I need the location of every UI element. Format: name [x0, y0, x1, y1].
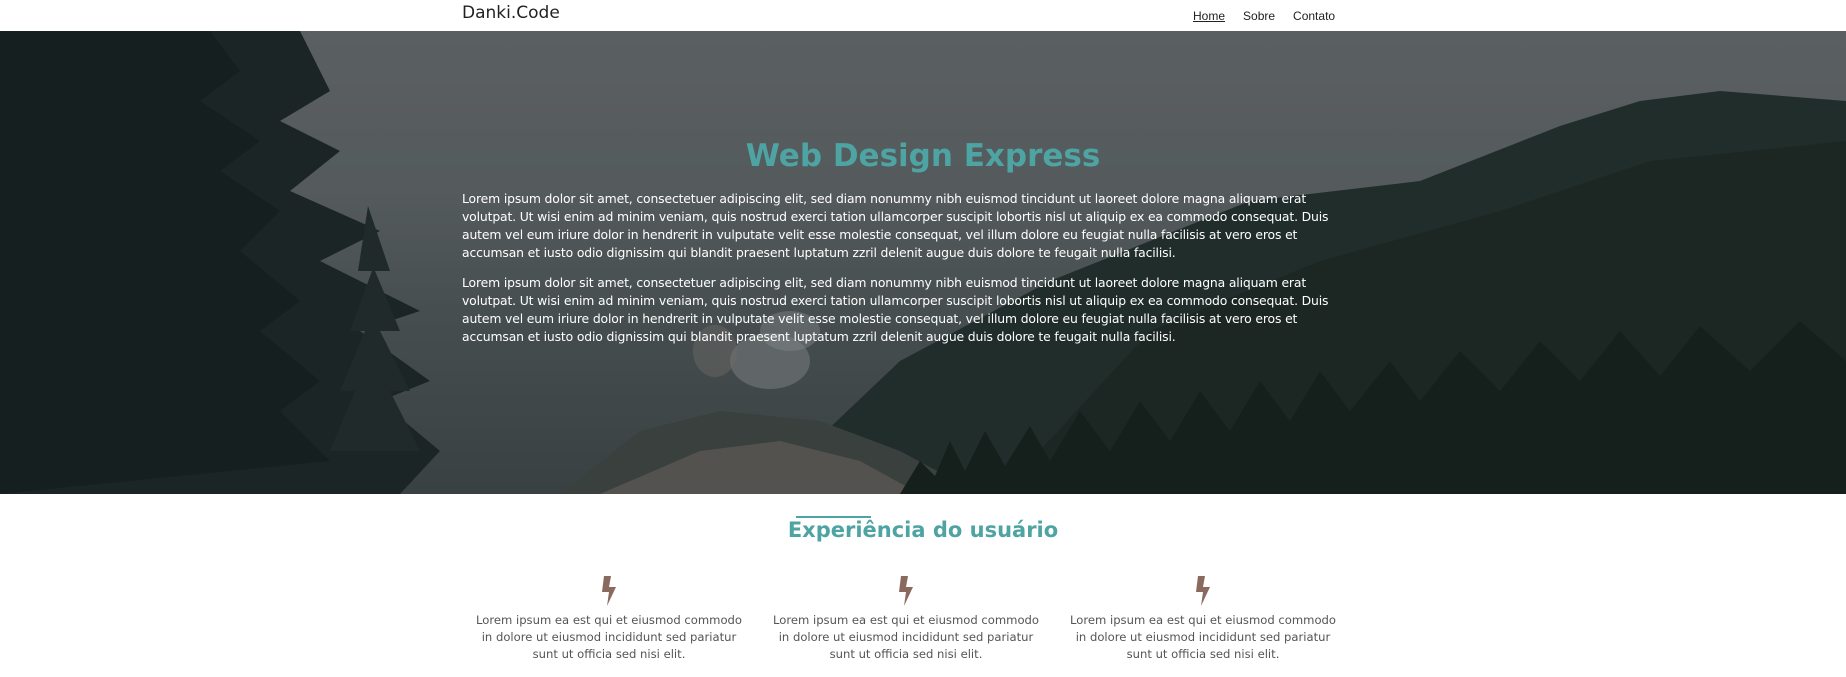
bolt-icon — [602, 576, 616, 606]
feature-card: Lorem ipsum ea est qui et eiusmod commod… — [759, 576, 1053, 663]
site-logo[interactable]: Danki.Code — [462, 3, 560, 23]
feature-text: Lorem ipsum ea est qui et eiusmod commod… — [476, 613, 742, 661]
top-navbar: Danki.Code Home Sobre Contato — [0, 0, 1846, 31]
features-row: Lorem ipsum ea est qui et eiusmod commod… — [462, 576, 1350, 663]
hero-paragraph: Lorem ipsum dolor sit amet, consectetuer… — [462, 191, 1329, 260]
section-title: Experiência do usuário — [787, 518, 1059, 542]
feature-text: Lorem ipsum ea est qui et eiusmod commod… — [1070, 613, 1336, 661]
feature-text: Lorem ipsum ea est qui et eiusmod commod… — [773, 613, 1039, 661]
bolt-icon — [1196, 576, 1210, 606]
feature-card: Lorem ipsum ea est qui et eiusmod commod… — [1056, 576, 1350, 663]
hero-paragraph: Lorem ipsum dolor sit amet, consectetuer… — [462, 275, 1329, 344]
nav-link-contato[interactable]: Contato — [1293, 9, 1335, 23]
main-nav: Home Sobre Contato — [1193, 9, 1335, 23]
hero-banner: Web Design Express Lorem ipsum dolor sit… — [0, 31, 1846, 494]
bolt-icon — [899, 576, 913, 606]
hero-title: Web Design Express — [745, 138, 1101, 174]
hero-description: Lorem ipsum dolor sit amet, consectetuer… — [462, 190, 1350, 358]
feature-card: Lorem ipsum ea est qui et eiusmod commod… — [462, 576, 756, 663]
nav-link-home[interactable]: Home — [1193, 9, 1225, 23]
nav-link-sobre[interactable]: Sobre — [1243, 9, 1275, 23]
